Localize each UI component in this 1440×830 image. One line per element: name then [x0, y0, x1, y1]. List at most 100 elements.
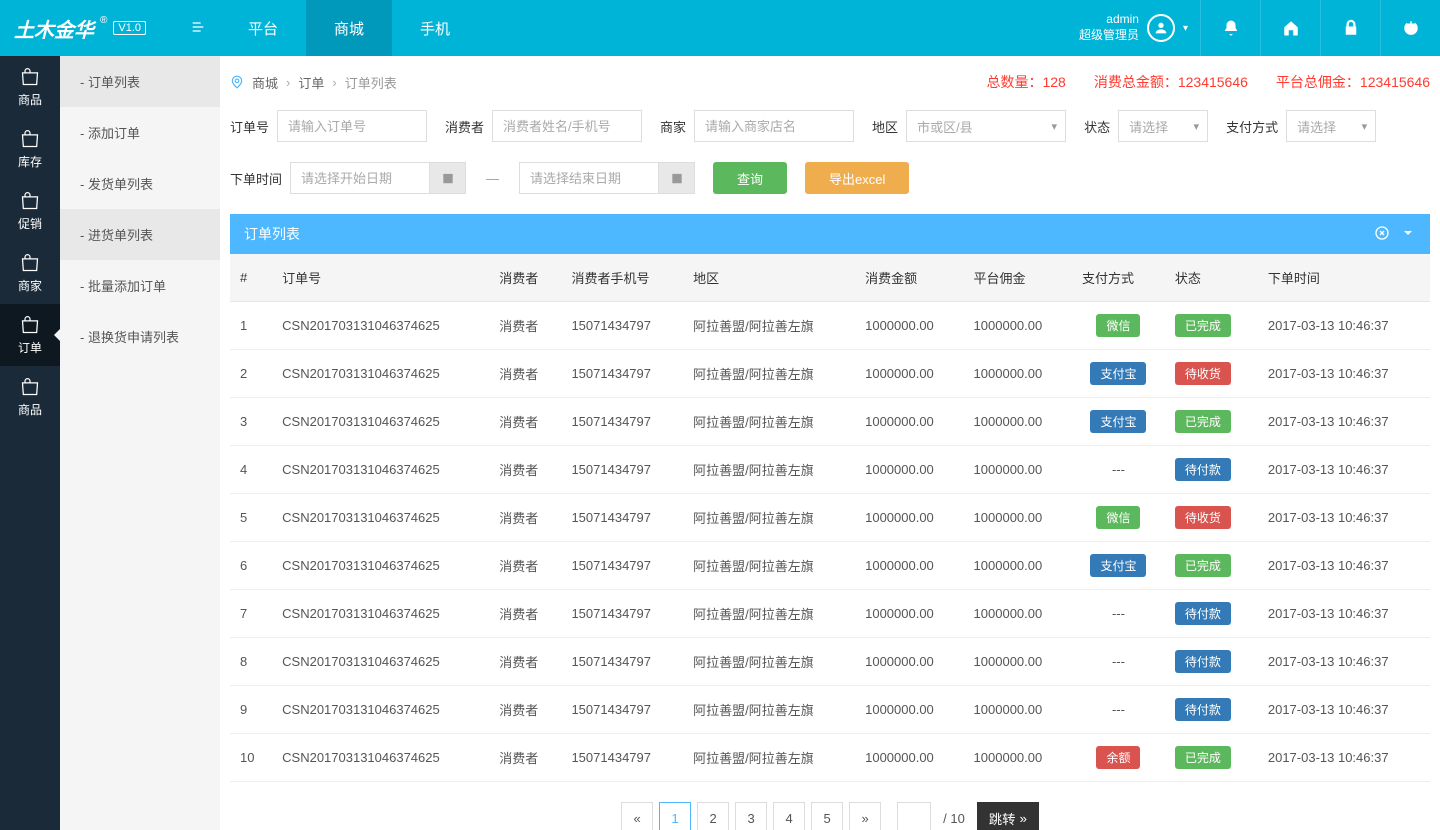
- pay-tag: 微信: [1096, 314, 1140, 337]
- page-number[interactable]: 4: [773, 802, 805, 830]
- panel-title: 订单列表: [244, 224, 300, 244]
- table-row[interactable]: 9CSN201703131046374625消费者15071434797阿拉善盟…: [230, 686, 1430, 734]
- status-tag: 待收货: [1175, 362, 1231, 385]
- table-row[interactable]: 1CSN201703131046374625消费者15071434797阿拉善盟…: [230, 302, 1430, 350]
- lock-icon[interactable]: [1320, 0, 1380, 56]
- table-row[interactable]: 10CSN201703131046374625消费者15071434797阿拉善…: [230, 734, 1430, 782]
- select-payment[interactable]: 请选择: [1286, 110, 1376, 142]
- submenu-shipping-list[interactable]: - 发货单列表: [60, 158, 220, 209]
- chevron-down-icon: ▾: [1183, 23, 1188, 34]
- pay-tag: 支付宝: [1090, 362, 1146, 385]
- pay-tag: 支付宝: [1090, 554, 1146, 577]
- page-total: / 10: [943, 811, 965, 826]
- topbar: 土木金华 ® V1.0 平台 商城 手机 admin 超级管理员 ▾: [0, 0, 1440, 56]
- input-order-no[interactable]: [277, 110, 427, 142]
- page-last[interactable]: »: [849, 802, 881, 830]
- logo-reg: ®: [100, 15, 107, 26]
- home-icon[interactable]: [1260, 0, 1320, 56]
- status-tag: 待付款: [1175, 602, 1231, 625]
- page-number[interactable]: 3: [735, 802, 767, 830]
- status-tag: 已完成: [1175, 554, 1231, 577]
- input-consumer[interactable]: [492, 110, 642, 142]
- table-row[interactable]: 7CSN201703131046374625消费者15071434797阿拉善盟…: [230, 590, 1430, 638]
- logo-text: 土木金华: [14, 14, 94, 43]
- crumb-order[interactable]: 订单: [298, 73, 324, 92]
- input-start-date[interactable]: [290, 162, 430, 194]
- sidebar-item-goods2[interactable]: 商品: [0, 366, 60, 428]
- avatar: [1147, 14, 1175, 42]
- pagination: « 12345 » / 10 跳转 »: [230, 802, 1430, 830]
- page-number[interactable]: 2: [697, 802, 729, 830]
- table-row[interactable]: 2CSN201703131046374625消费者15071434797阿拉善盟…: [230, 350, 1430, 398]
- sidebar-item-stock[interactable]: 库存: [0, 118, 60, 180]
- crumb-mall[interactable]: 商城: [252, 73, 278, 92]
- pay-tag: 余额: [1096, 746, 1140, 769]
- user-menu[interactable]: admin 超级管理员 ▾: [1067, 12, 1200, 43]
- table-row[interactable]: 4CSN201703131046374625消费者15071434797阿拉善盟…: [230, 446, 1430, 494]
- table-row[interactable]: 6CSN201703131046374625消费者15071434797阿拉善盟…: [230, 542, 1430, 590]
- status-tag: 待付款: [1175, 650, 1231, 673]
- topnav-platform[interactable]: 平台: [220, 0, 306, 56]
- export-button[interactable]: 导出excel: [805, 162, 909, 194]
- table-header: 支付方式: [1072, 254, 1165, 302]
- topnav-mall[interactable]: 商城: [306, 0, 392, 56]
- table-header: #: [230, 254, 272, 302]
- status-tag: 已完成: [1175, 746, 1231, 769]
- label-time: 下单时间: [230, 169, 282, 188]
- panel-header: 订单列表: [230, 214, 1430, 254]
- power-icon[interactable]: [1380, 0, 1440, 56]
- sidebar-item-merchant[interactable]: 商家: [0, 242, 60, 304]
- user-role: 超级管理员: [1079, 28, 1139, 44]
- page-number[interactable]: 5: [811, 802, 843, 830]
- table-header: 消费者: [489, 254, 561, 302]
- submenu-purchase-list[interactable]: - 进货单列表: [60, 209, 220, 260]
- bell-icon[interactable]: [1200, 0, 1260, 56]
- location-icon: [230, 75, 244, 89]
- submenu-batch-add[interactable]: - 批量添加订单: [60, 260, 220, 311]
- pay-tag: 支付宝: [1090, 410, 1146, 433]
- page-input[interactable]: [897, 802, 931, 830]
- close-icon[interactable]: [1374, 225, 1390, 244]
- page-jump-button[interactable]: 跳转 »: [977, 802, 1039, 830]
- stat-count: 总数量：128: [986, 72, 1065, 92]
- table-row[interactable]: 8CSN201703131046374625消费者15071434797阿拉善盟…: [230, 638, 1430, 686]
- menu-toggle-icon[interactable]: [176, 19, 220, 38]
- select-status[interactable]: 请选择: [1118, 110, 1208, 142]
- main-content: 商城 › 订单 › 订单列表 总数量：128 消费总金额：123415646 平…: [220, 56, 1440, 830]
- order-table: #订单号消费者消费者手机号地区消费金额平台佣金支付方式状态下单时间 1CSN20…: [230, 254, 1430, 782]
- stat-commission: 平台总佣金：123415646: [1276, 72, 1430, 92]
- topnav-mobile[interactable]: 手机: [392, 0, 478, 56]
- stat-total: 消费总金额：123415646: [1094, 72, 1248, 92]
- label-region: 地区: [872, 117, 898, 136]
- sidebar-item-goods[interactable]: 商品: [0, 56, 60, 118]
- page-number[interactable]: 1: [659, 802, 691, 830]
- submenu-return-list[interactable]: - 退换货申请列表: [60, 311, 220, 362]
- table-header: 下单时间: [1258, 254, 1430, 302]
- sidebar-item-promo[interactable]: 促销: [0, 180, 60, 242]
- calendar-icon-start[interactable]: [430, 162, 466, 194]
- status-tag: 待收货: [1175, 506, 1231, 529]
- sidebar-main: 商品 库存 促销 商家 订单 商品: [0, 56, 60, 830]
- logo-version: V1.0: [113, 21, 146, 35]
- input-merchant[interactable]: [694, 110, 854, 142]
- submenu-order-list[interactable]: - 订单列表: [60, 56, 220, 107]
- label-consumer: 消费者: [445, 117, 484, 136]
- status-tag: 已完成: [1175, 410, 1231, 433]
- submenu-add-order[interactable]: - 添加订单: [60, 107, 220, 158]
- status-tag: 已完成: [1175, 314, 1231, 337]
- topnav: 平台 商城 手机: [220, 0, 478, 56]
- input-end-date[interactable]: [519, 162, 659, 194]
- table-row[interactable]: 3CSN201703131046374625消费者15071434797阿拉善盟…: [230, 398, 1430, 446]
- pay-tag: 微信: [1096, 506, 1140, 529]
- label-payment: 支付方式: [1226, 117, 1278, 136]
- select-region[interactable]: 市或区/县: [906, 110, 1066, 142]
- calendar-icon-end[interactable]: [659, 162, 695, 194]
- table-header: 消费者手机号: [561, 254, 683, 302]
- table-header: 地区: [683, 254, 855, 302]
- sidebar-item-order[interactable]: 订单: [0, 304, 60, 366]
- chevron-down-icon[interactable]: [1400, 225, 1416, 244]
- user-name: admin: [1079, 12, 1139, 28]
- search-button[interactable]: 查询: [713, 162, 787, 194]
- page-first[interactable]: «: [621, 802, 653, 830]
- table-row[interactable]: 5CSN201703131046374625消费者15071434797阿拉善盟…: [230, 494, 1430, 542]
